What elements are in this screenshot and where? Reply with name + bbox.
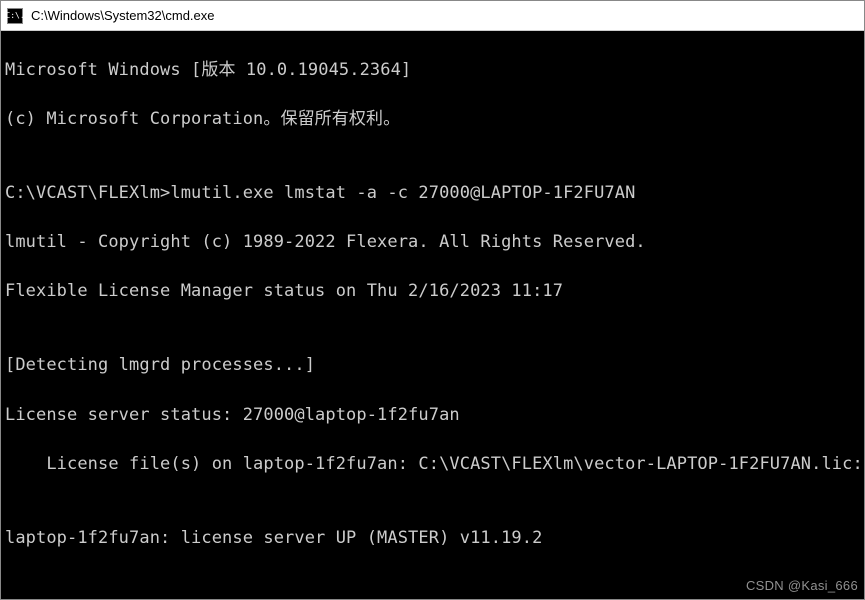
output-line: (c) Microsoft Corporation。保留所有权利。 (5, 107, 860, 132)
terminal-output[interactable]: Microsoft Windows [版本 10.0.19045.2364] (… (1, 31, 864, 599)
prompt-line: C:\VCAST\FLEXlm>lmutil.exe lmstat -a -c … (5, 181, 860, 206)
cmd-icon: C:\. (7, 8, 23, 24)
output-line: [Detecting lmgrd processes...] (5, 353, 860, 378)
output-line: Microsoft Windows [版本 10.0.19045.2364] (5, 58, 860, 83)
window-title-bar[interactable]: C:\. C:\Windows\System32\cmd.exe (1, 1, 864, 31)
output-line: lmutil - Copyright (c) 1989-2022 Flexera… (5, 230, 860, 255)
output-line: laptop-1f2fu7an: license server UP (MAST… (5, 526, 860, 551)
window-title: C:\Windows\System32\cmd.exe (31, 8, 215, 23)
output-line: Flexible License Manager status on Thu 2… (5, 279, 860, 304)
output-line: License file(s) on laptop-1f2fu7an: C:\V… (5, 452, 860, 477)
watermark: CSDN @Kasi_666 (746, 577, 858, 596)
output-line: License server status: 27000@laptop-1f2f… (5, 403, 860, 428)
